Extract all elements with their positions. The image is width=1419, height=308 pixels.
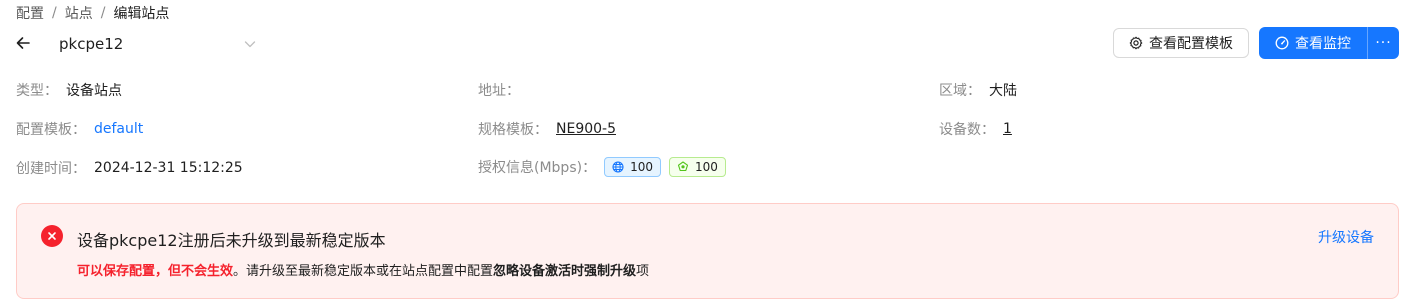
field-type: 类型： 设备站点 [16,80,122,100]
address-label: 地址 [478,83,506,99]
field-created-time: 创建时间： 2024-12-31 15:12:25 [16,160,243,177]
created-time-value: 2024-12-31 15:12:25 [94,160,243,176]
upgrade-warning-alert: 设备pkcpe12注册后未升级到最新稳定版本 可以保存配置，但不会生效。请升级至… [16,203,1399,299]
config-template-label: 配置模板 [16,122,72,138]
type-value: 设备站点 [66,83,122,99]
spec-template-link[interactable]: NE900-5 [556,121,616,137]
arrow-left-icon [16,37,30,49]
dashboard-icon [1275,36,1289,50]
bandwidth-tag-secure-value: 100 [694,160,718,174]
view-config-template-label: 查看配置模板 [1149,36,1233,52]
breadcrumb-separator: / [52,5,57,21]
alert-desc-text: 。请升级至最新稳定版本或在站点配置中配置 [233,264,494,279]
device-count-link[interactable]: 1 [1003,121,1012,137]
breadcrumb-item-sites[interactable]: 站点 [65,3,93,23]
breadcrumb-item-edit-site: 编辑站点 [113,6,170,22]
alert-title: 设备pkcpe12注册后未升级到最新稳定版本 [77,231,386,250]
breadcrumb-separator: / [100,5,106,21]
shield-icon [677,161,689,172]
created-time-label: 创建时间 [16,161,72,177]
upgrade-device-link[interactable]: 升级设备 [1318,227,1374,247]
bandwidth-tag-internet-value: 100 [630,160,653,174]
type-label: 类型 [16,83,44,99]
alert-desc-option: 忽略设备激活时强制升级 [493,264,637,279]
bandwidth-tag-internet: 100 [604,157,661,177]
spec-template-label: 规格模板 [478,122,534,138]
alert-description: 可以保存配置，但不会生效。请升级至最新稳定版本或在站点配置中配置忽略设备激活时强… [77,260,649,279]
view-monitor-button-group: 查看监控 ··· [1259,27,1399,59]
site-select-value: pkcpe12 [59,35,124,53]
view-monitor-button[interactable]: 查看监控 [1259,27,1367,59]
field-spec-template: 规格模板： NE900-5 [478,121,616,138]
gear-icon [1129,36,1143,50]
field-config-template: 配置模板： default [16,121,144,138]
device-count-label: 设备数 [939,122,981,138]
globe-icon [612,161,624,173]
field-device-count: 设备数： 1 [939,121,1012,138]
more-actions-button[interactable]: ··· [1368,27,1399,59]
back-button[interactable] [12,32,34,54]
config-template-link[interactable]: default [94,121,143,137]
view-monitor-label: 查看监控 [1295,36,1351,52]
breadcrumb-item-config[interactable]: 配置 [16,3,44,23]
region-value: 大陆 [989,83,1017,99]
bandwidth-tag-secure: 100 [668,157,726,177]
region-label: 区域 [939,83,967,99]
breadcrumb: 配置 / 站点 / 编辑站点 [16,3,169,23]
license-label: 授权信息(Mbps) [478,160,583,176]
field-region: 区域： 大陆 [939,80,1017,100]
field-address: 地址： [478,80,528,100]
close-circle-icon [41,225,63,247]
view-config-template-button[interactable]: 查看配置模板 [1113,28,1249,58]
alert-desc-suffix: 项 [636,264,650,279]
alert-desc-warning: 可以保存配置，但不会生效 [77,264,234,279]
site-select[interactable]: pkcpe12 [59,33,259,55]
field-license: 授权信息(Mbps)： 100 100 [478,157,734,177]
chevron-down-icon [244,41,256,48]
